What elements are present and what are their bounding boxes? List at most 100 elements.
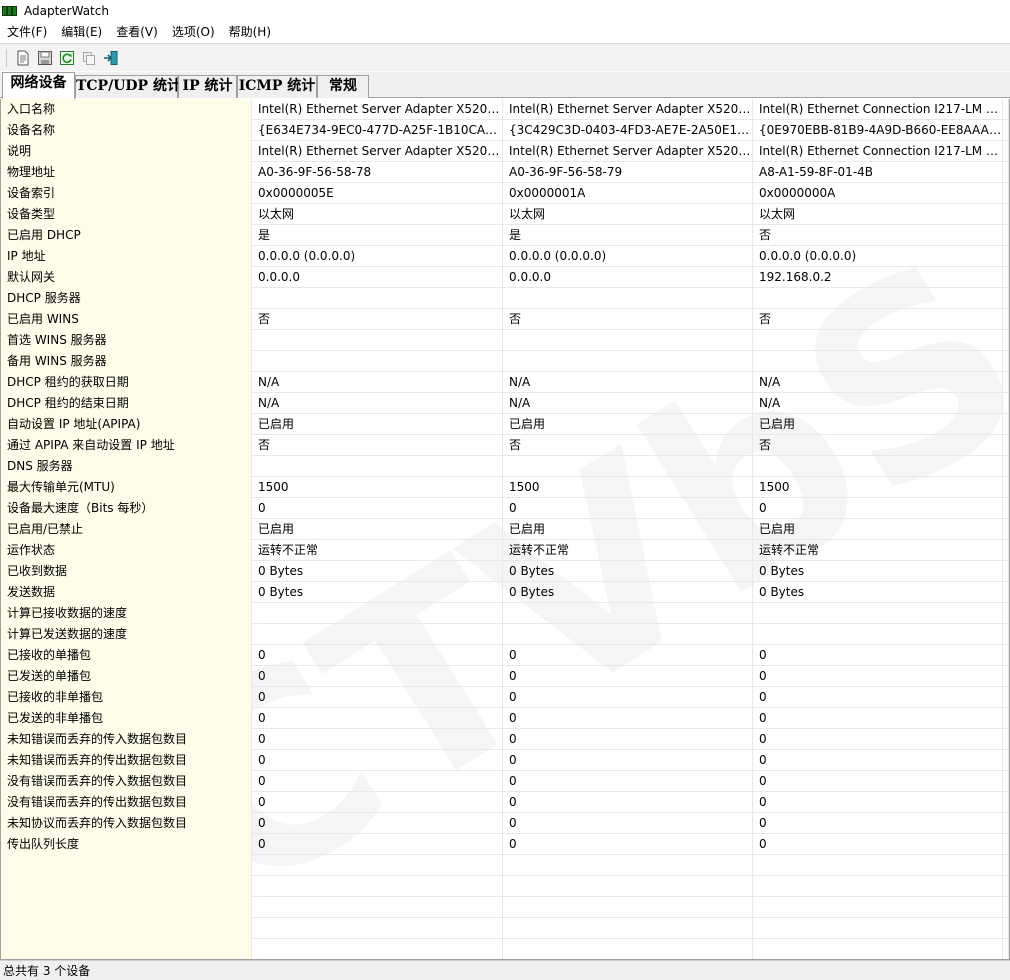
adapter-1-value: 0.0.0.0 (0.0.0.0) (252, 246, 503, 267)
table-row[interactable] (1, 897, 1009, 918)
table-row[interactable]: 没有错误而丢弃的传出数据包数目 0 0 0 (1, 792, 1009, 813)
adapter-1-value: 0 (252, 666, 503, 687)
table-row[interactable]: 已收到数据 0 Bytes 0 Bytes 0 Bytes (1, 561, 1009, 582)
table-row[interactable] (1, 918, 1009, 939)
menu-edit[interactable]: 编辑(E) (54, 22, 109, 42)
adapter-1-value: 0 (252, 645, 503, 666)
tab-tcp-udp-stats[interactable]: TCP/UDP 统计 (75, 75, 181, 98)
table-row[interactable]: 未知错误而丢弃的传入数据包数目 0 0 0 (1, 729, 1009, 750)
table-row[interactable] (1, 876, 1009, 897)
refresh-icon (60, 50, 74, 65)
menu-help[interactable]: 帮助(H) (222, 22, 278, 42)
table-row[interactable]: IP 地址 0.0.0.0 (0.0.0.0) 0.0.0.0 (0.0.0.0) 0… (1, 246, 1009, 267)
table-row[interactable]: 通过 APIPA 来自动设置 IP 地址否否否 (1, 435, 1009, 456)
table-row[interactable]: 默认网关 0.0.0.0 0.0.0.0 192.168.0.2 (1, 267, 1009, 288)
table-row[interactable]: 已启用 WINS 否否否 (1, 309, 1009, 330)
adapter-2-value: 已启用 (503, 414, 753, 435)
filler-cell (1003, 582, 1009, 603)
table-row[interactable]: 设备名称 {E634E734-9EC0-477D-A25F-1B10CAC5...… (1, 120, 1009, 141)
property-label: 没有错误而丢弃的传出数据包数目 (1, 792, 252, 813)
adapter-1-value: N/A (252, 393, 503, 414)
save-button[interactable] (34, 47, 56, 69)
toolbar-separator (6, 48, 7, 67)
table-row[interactable]: 发送数据 0 Bytes 0 Bytes 0 Bytes (1, 582, 1009, 603)
menu-options[interactable]: 选项(O) (165, 22, 222, 42)
refresh-button[interactable] (56, 47, 78, 69)
table-row[interactable]: 未知错误而丢弃的传出数据包数目 0 0 0 (1, 750, 1009, 771)
filler-cell (1003, 645, 1009, 666)
table-row[interactable]: 计算已接收数据的速度 (1, 603, 1009, 624)
filler-cell (1003, 603, 1009, 624)
table-row[interactable]: 自动设置 IP 地址(APIPA) 已启用 已启用 已启用 (1, 414, 1009, 435)
table-row[interactable]: DHCP 租约的获取日期 N/A N/A N/A (1, 372, 1009, 393)
new-report-button[interactable] (12, 47, 34, 69)
adapter-1-value (252, 288, 503, 309)
filler-cell (1003, 876, 1009, 897)
filler-cell (1003, 918, 1009, 939)
menu-view[interactable]: 查看(V) (109, 22, 165, 42)
menu-file[interactable]: 文件(F) (0, 22, 54, 42)
table-row[interactable]: 传出队列长度 0 0 0 (1, 834, 1009, 855)
adapter-2-value: 0 (503, 498, 753, 519)
filler-cell (1003, 792, 1009, 813)
property-label: 计算已接收数据的速度 (1, 603, 252, 624)
property-label: 通过 APIPA 来自动设置 IP 地址 (1, 435, 252, 456)
table-row[interactable]: 设备索引 0x0000005E 0x0000001A 0x0000000A (1, 183, 1009, 204)
table-row[interactable]: DHCP 服务器 (1, 288, 1009, 309)
table-row[interactable]: 设备类型 以太网 以太网 以太网 (1, 204, 1009, 225)
tab-general[interactable]: 常规 (317, 75, 369, 98)
copy-button[interactable] (78, 47, 100, 69)
table-row[interactable]: 说明 Intel(R) Ethernet Server Adapter X520-… (1, 141, 1009, 162)
property-label: 已收到数据 (1, 561, 252, 582)
table-row[interactable] (1, 855, 1009, 876)
adapter-2-value: 0 (503, 834, 753, 855)
adapter-1-value: 1500 (252, 477, 503, 498)
table-row[interactable]: 已启用/已禁止 已启用 已启用 已启用 (1, 519, 1009, 540)
tab-icmp-stats[interactable]: ICMP 统计 (237, 75, 317, 98)
title-bar: AdapterWatch (0, 0, 1010, 22)
tab-ip-stats[interactable]: IP 统计 (178, 75, 237, 98)
adapter-2-value (503, 855, 753, 876)
table-row[interactable]: 物理地址 A0-36-9F-56-58-78 A0-36-9F-56-58-79 A8… (1, 162, 1009, 183)
property-label: 自动设置 IP 地址(APIPA) (1, 414, 252, 435)
adapter-3-value (753, 288, 1003, 309)
adapter-2-value: 0.0.0.0 (503, 267, 753, 288)
table-row[interactable] (1, 939, 1009, 959)
adapter-1-value: A0-36-9F-56-58-78 (252, 162, 503, 183)
filler-cell (1003, 687, 1009, 708)
table-row[interactable]: 计算已发送数据的速度 (1, 624, 1009, 645)
status-bar: 总共有 3 个设备 (0, 960, 1010, 980)
adapter-properties-grid[interactable]: CTVbS 入口名称Intel(R) Ethernet Server Adapt… (0, 99, 1010, 960)
filler-cell (1003, 141, 1009, 162)
table-row[interactable]: 运作状态 运转不正常 运转不正常 运转不正常 (1, 540, 1009, 561)
adapter-1-value: 否 (252, 435, 503, 456)
adapter-2-value: N/A (503, 393, 753, 414)
adapter-3-value: 已启用 (753, 519, 1003, 540)
tab-network-devices[interactable]: 网络设备 (2, 72, 75, 99)
table-row[interactable]: 未知协议而丢弃的传入数据包数目 0 0 0 (1, 813, 1009, 834)
adapter-3-value: 0 (753, 687, 1003, 708)
table-row[interactable]: DNS 服务器 (1, 456, 1009, 477)
table-row[interactable]: 设备最大速度（Bits 每秒） 0 0 0 (1, 498, 1009, 519)
table-row[interactable]: 已接收的单播包 0 0 0 (1, 645, 1009, 666)
filler-cell (1003, 771, 1009, 792)
table-row[interactable]: 已发送的非单播包 0 0 0 (1, 708, 1009, 729)
table-row[interactable]: 首选 WINS 服务器 (1, 330, 1009, 351)
table-row[interactable]: 已接收的非单播包 0 0 0 (1, 687, 1009, 708)
table-row[interactable]: 已启用 DHCP 是是否 (1, 225, 1009, 246)
adapter-3-value (753, 918, 1003, 939)
adapter-2-value: 0 (503, 750, 753, 771)
adapter-2-value: Intel(R) Ethernet Server Adapter X520-..… (503, 99, 753, 120)
table-row[interactable]: 已发送的单播包 0 0 0 (1, 666, 1009, 687)
table-row[interactable]: 没有错误而丢弃的传入数据包数目 0 0 0 (1, 771, 1009, 792)
adapter-2-value: 0x0000001A (503, 183, 753, 204)
property-label: 首选 WINS 服务器 (1, 330, 252, 351)
table-row[interactable]: 入口名称 Intel(R) Ethernet Server Adapter X52… (1, 99, 1009, 120)
filler-cell (1003, 834, 1009, 855)
table-row[interactable]: DHCP 租约的结束日期 N/A N/A N/A (1, 393, 1009, 414)
exit-button[interactable] (100, 47, 122, 69)
table-row[interactable]: 最大传输单元(MTU) 1500 1500 1500 (1, 477, 1009, 498)
menu-bar: 文件(F) 编辑(E) 查看(V) 选项(O) 帮助(H) (0, 22, 1010, 42)
table-row[interactable]: 备用 WINS 服务器 (1, 351, 1009, 372)
property-label: 发送数据 (1, 582, 252, 603)
